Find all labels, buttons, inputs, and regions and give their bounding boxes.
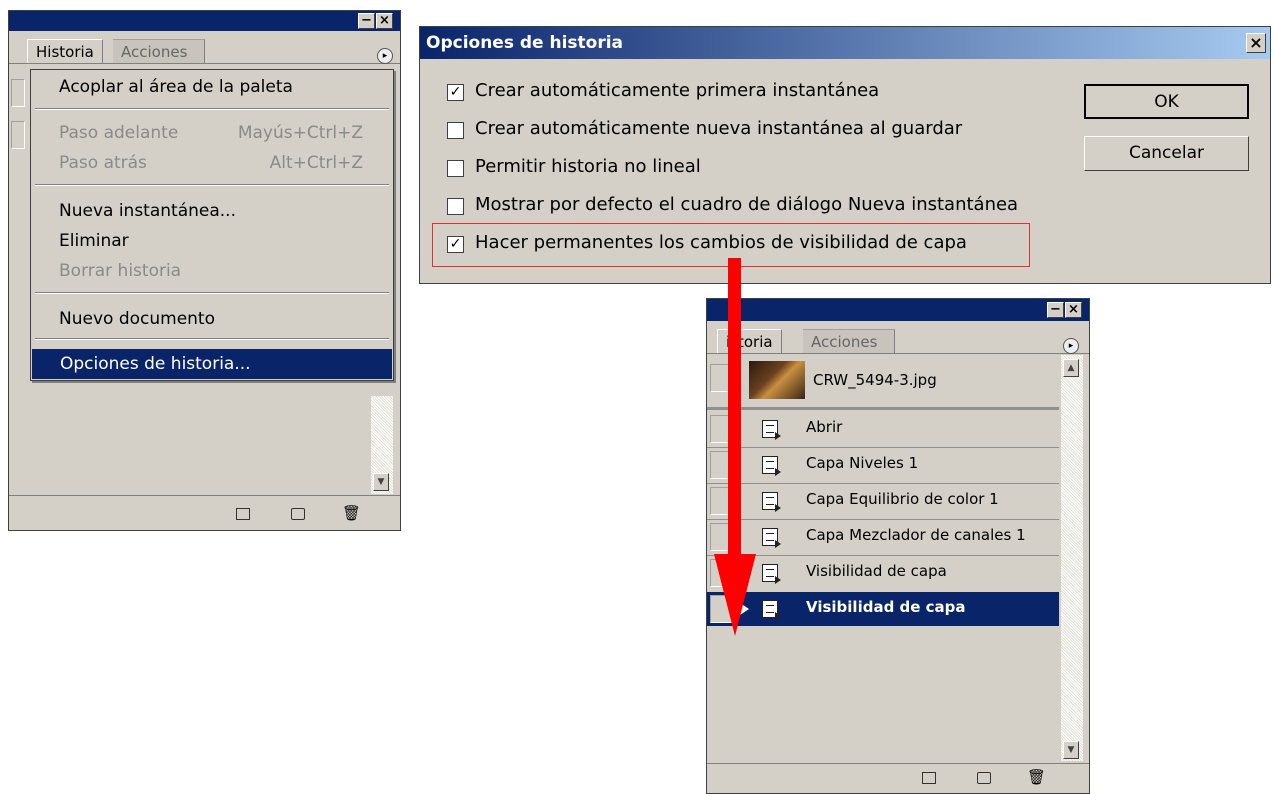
history-state-label: Capa Mezclador de canales 1 xyxy=(806,526,1026,544)
menu-item-new-snapshot[interactable]: Nueva instantánea... xyxy=(31,196,393,226)
menu-item-step-backward: Paso atrás Alt+Ctrl+Z xyxy=(31,148,393,178)
new-document-icon[interactable] xyxy=(236,508,250,520)
tab-acciones[interactable]: Acciones xyxy=(113,39,205,63)
arrow-head xyxy=(714,554,756,636)
menu-separator xyxy=(35,108,389,110)
state-slot xyxy=(11,121,25,149)
palette-tabstrip: Historia Acciones ▸ xyxy=(9,31,400,64)
menu-item-step-forward: Paso adelante Mayús+Ctrl+Z xyxy=(31,118,393,148)
tab-acciones[interactable]: Acciones xyxy=(803,329,895,353)
new-snapshot-icon[interactable] xyxy=(977,772,991,784)
scrollbar-track[interactable] xyxy=(1061,355,1083,761)
minimize-icon[interactable]: − xyxy=(358,13,375,29)
checkbox-nonlinear-history[interactable] xyxy=(447,160,464,177)
menu-item-delete[interactable]: Eliminar xyxy=(31,226,393,256)
dialog-title: Opciones de historia xyxy=(426,33,624,53)
menu-item-dock[interactable]: Acoplar al área de la paleta xyxy=(31,72,393,102)
scroll-down-icon[interactable]: ▼ xyxy=(373,473,389,491)
close-icon[interactable]: × xyxy=(376,13,393,29)
checkbox-show-new-snapshot-dialog[interactable] xyxy=(447,198,464,215)
history-palette-menu: Acoplar al área de la paleta Paso adelan… xyxy=(30,69,394,381)
menu-item-shortcut: Alt+Ctrl+Z xyxy=(269,153,363,173)
history-state-label: Capa Niveles 1 xyxy=(806,454,919,472)
menu-item-shortcut: Mayús+Ctrl+Z xyxy=(237,123,363,143)
trash-icon[interactable]: 🗑 xyxy=(1027,768,1046,786)
palette-menu-arrow-icon[interactable]: ▸ xyxy=(1063,338,1079,354)
state-slot xyxy=(11,79,25,107)
menu-separator xyxy=(35,338,389,340)
history-state-label: Capa Equilibrio de color 1 xyxy=(806,490,999,508)
new-document-icon[interactable] xyxy=(922,772,936,784)
tab-historia[interactable]: Historia xyxy=(27,39,103,63)
close-icon[interactable]: × xyxy=(1065,302,1082,318)
checkbox-auto-snapshot-on-save[interactable] xyxy=(447,122,464,139)
history-state-label: Visibilidad de capa xyxy=(806,562,947,580)
snapshot-name: CRW_5494-3.jpg xyxy=(813,371,937,389)
red-arrow-annotation xyxy=(714,258,756,636)
checkbox-layer-visibility-undoable[interactable]: ✓ xyxy=(447,236,464,253)
arrow-shaft xyxy=(728,258,741,558)
option-label: Crear automáticamente nueva instantánea … xyxy=(475,118,963,139)
palette-titlebar: − × xyxy=(9,11,400,31)
new-snapshot-icon[interactable] xyxy=(291,508,305,520)
menu-item-new-document[interactable]: Nuevo documento xyxy=(31,304,393,334)
ok-button[interactable]: OK xyxy=(1084,84,1249,119)
cancel-button[interactable]: Cancelar xyxy=(1084,136,1249,171)
dialog-titlebar: Opciones de historia × xyxy=(420,27,1270,59)
option-label: Mostrar por defecto el cuadro de diálogo… xyxy=(475,194,1019,215)
menu-separator xyxy=(35,292,389,294)
checkbox-auto-first-snapshot[interactable]: ✓ xyxy=(447,84,464,101)
history-state-label: Visibilidad de capa xyxy=(806,598,966,616)
palette-body xyxy=(11,65,29,149)
history-options-dialog: Opciones de historia × ✓ Crear automátic… xyxy=(419,26,1271,284)
scroll-up-icon[interactable]: ▲ xyxy=(1063,359,1079,377)
menu-separator xyxy=(35,184,389,186)
option-label: Permitir historia no lineal xyxy=(475,156,701,177)
trash-icon[interactable]: 🗑 xyxy=(342,504,361,522)
dialog-close-icon[interactable]: × xyxy=(1246,33,1266,53)
palette-menu-arrow-icon[interactable]: ▸ xyxy=(377,48,393,64)
option-label: Crear automáticamente primera instantáne… xyxy=(475,80,880,101)
option-label: Hacer permanentes los cambios de visibil… xyxy=(475,232,967,253)
menu-item-label: Paso adelante xyxy=(59,123,179,143)
menu-item-label: Paso atrás xyxy=(59,153,147,173)
menu-item-clear-history: Borrar historia xyxy=(59,261,182,281)
menu-item-history-options[interactable]: Opciones de historia... xyxy=(32,349,392,379)
history-state-label: Abrir xyxy=(806,418,843,436)
scroll-down-icon[interactable]: ▼ xyxy=(1063,741,1079,759)
minimize-icon[interactable]: − xyxy=(1047,302,1064,318)
